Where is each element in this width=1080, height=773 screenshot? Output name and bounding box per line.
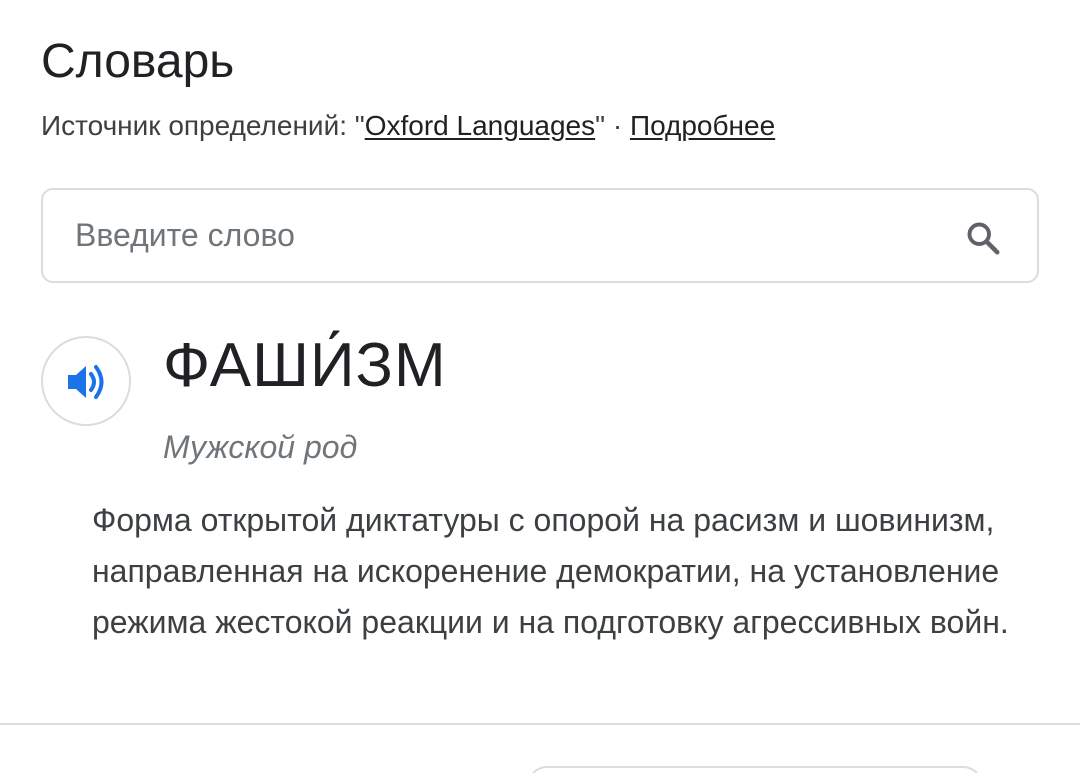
source-link[interactable]: Oxford Languages (365, 110, 595, 141)
speaker-icon (68, 365, 104, 399)
search-box[interactable] (41, 188, 1039, 283)
search-input[interactable] (75, 190, 935, 281)
divider (0, 723, 1080, 725)
source-separator: " · (595, 110, 630, 141)
definition-text: Форма открытой диктатуры с опорой на рас… (92, 502, 1009, 640)
dictionary-card: Словарь Источник определений: "Oxford La… (0, 0, 1080, 773)
more-link[interactable]: Подробнее (630, 110, 775, 141)
source-line: Источник определений: "Oxford Languages"… (41, 108, 775, 144)
headword: ФАШИ́ЗМ (163, 331, 447, 400)
bottom-chip[interactable] (527, 766, 983, 773)
source-prefix: Источник определений: " (41, 110, 365, 141)
search-icon[interactable] (965, 220, 1001, 256)
dictionary-title: Словарь (41, 35, 235, 88)
pronunciation-audio-button[interactable] (41, 336, 131, 426)
grammatical-gender: Мужской род (163, 429, 358, 465)
